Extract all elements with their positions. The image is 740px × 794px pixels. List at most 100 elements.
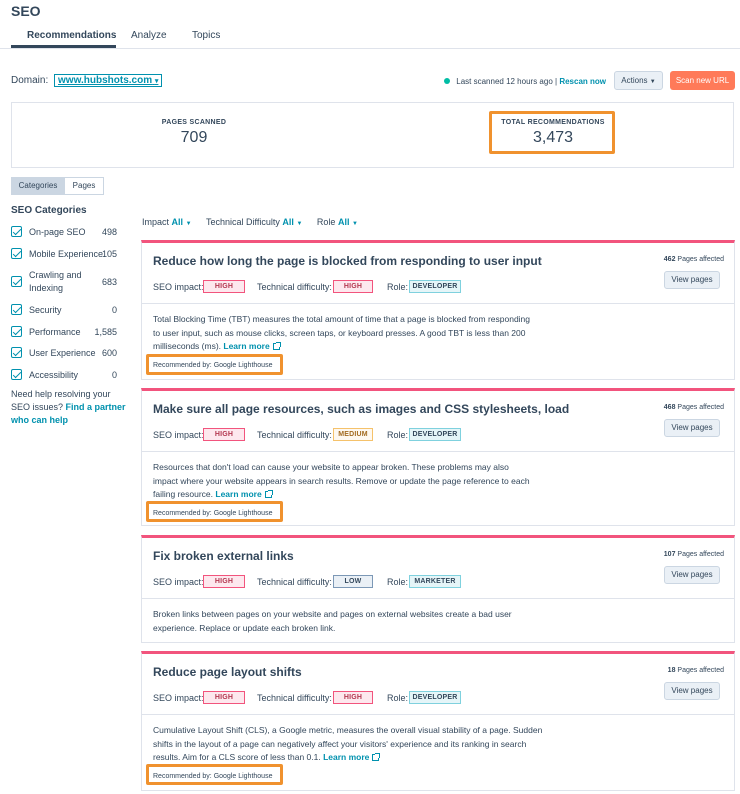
view-pages-button[interactable]: View pages [664,566,720,584]
total-recommendations-stat: TOTAL RECOMMENDATIONS 3,473 [493,119,613,147]
role-badge: DEVELOPER [409,691,461,704]
pages-scanned-label: PAGES SCANNED [161,119,227,126]
category-label: Accessibility [29,370,79,380]
tab-topics[interactable]: Topics [192,30,220,41]
checkbox[interactable] [11,369,22,380]
recommendation-title: Make sure all page resources, such as im… [153,402,570,416]
category-mobile-experience[interactable]: Mobile Experience 105 [11,248,117,261]
status-dot-icon [444,78,451,84]
pages-affected: 107 Pages affected [663,551,724,558]
checkbox[interactable] [11,304,22,315]
domain-select[interactable]: www.hubshots.com ▾ [54,74,163,87]
category-label: User Experience [29,348,96,358]
category-security[interactable]: Security 0 [11,304,117,317]
role-badge: DEVELOPER [409,280,461,293]
tab-analyze[interactable]: Analyze [131,30,167,41]
difficulty-badge: HIGH [333,691,373,704]
category-label: On-page SEO [29,227,86,237]
category-count: 498 [101,227,117,237]
scan-new-url-button[interactable]: Scan new URL [670,71,735,90]
recommendation-description: Broken links between pages on your websi… [153,609,512,633]
category-label: Security [29,305,62,315]
stats-panel: PAGES SCANNED 709 TOTAL RECOMMENDATIONS … [11,102,734,168]
view-pages-button[interactable]: View pages [664,682,720,700]
recommendation-card: Fix broken external links 107 Pages affe… [141,535,735,643]
recommendation-card: Make sure all page resources, such as im… [141,388,735,526]
view-pages-button[interactable]: View pages [664,271,720,289]
external-link-icon [264,490,273,498]
category-count: 683 [101,277,117,287]
pages-scanned-stat: PAGES SCANNED 709 [144,119,244,147]
learn-more-link[interactable]: Learn more [223,341,281,351]
category-count: 600 [101,348,117,358]
difficulty-badge: MEDIUM [333,428,373,441]
recommendation-title: Reduce page layout shifts [153,665,302,679]
active-tab-indicator [11,45,116,48]
recommendation-title: Fix broken external links [153,549,294,563]
recommendation-card: Reduce page layout shifts 18 Pages affec… [141,651,735,791]
category-crawling-and-indexing[interactable]: Crawling and Indexing 683 [11,269,117,295]
learn-more-link[interactable]: Learn more [215,489,273,499]
scan-status: Last scanned 12 hours ago | Rescan now [444,77,606,86]
caret-down-icon: ▼ [185,221,192,227]
impact-badge: HIGH [203,280,245,293]
category-on-page-seo[interactable]: On-page SEO 498 [11,226,117,239]
category-label: Mobile Experience [29,249,104,259]
caret-down-icon: ▼ [649,79,656,85]
recommendation-card: Reduce how long the page is blocked from… [141,240,735,380]
checkbox[interactable] [11,347,22,358]
checkbox[interactable] [11,276,22,287]
category-count: 1,585 [94,327,117,337]
total-recommendations-label: TOTAL RECOMMENDATIONS [501,119,605,126]
category-count: 105 [101,249,117,259]
recommendation-description: Cumulative Layout Shift (CLS), a Google … [153,725,543,762]
checkbox[interactable] [11,226,22,237]
divider [142,303,734,304]
external-link-icon [372,753,381,761]
role-badge: DEVELOPER [409,428,461,441]
recommended-by: Recommended by: Google Lighthouse [153,510,273,517]
domain-row: Domain: www.hubshots.com ▾ [11,74,163,87]
technical-difficulty-filter[interactable]: Technical Difficulty All ▼ [206,217,302,227]
filters-row: Impact All ▼ Technical Difficulty All ▼ … [142,217,370,227]
recommended-by: Recommended by: Google Lighthouse [153,362,273,369]
chevron-down-icon: ▾ [154,78,159,85]
divider [142,714,734,715]
category-accessibility[interactable]: Accessibility 0 [11,369,117,382]
recommendation-title: Reduce how long the page is blocked from… [153,254,542,268]
recommendation-description: Total Blocking Time (TBT) measures the t… [153,314,531,351]
actions-button[interactable]: Actions ▼ [614,71,663,90]
difficulty-badge: HIGH [333,280,373,293]
checkbox[interactable] [11,248,22,259]
pages-affected: 468 Pages affected [663,404,724,411]
pages-affected: 18 Pages affected [667,667,724,674]
pages-affected: 462 Pages affected [663,256,724,263]
seo-categories-heading: SEO Categories [11,205,87,216]
tab-recommendations[interactable]: Recommendations [27,30,116,41]
last-scanned-text: Last scanned 12 hours ago | [456,77,558,86]
impact-filter[interactable]: Impact All ▼ [142,217,192,227]
difficulty-badge: LOW [333,575,373,588]
rescan-link[interactable]: Rescan now [559,77,606,86]
divider [142,451,734,452]
category-label: Crawling and Indexing [29,270,82,293]
impact-badge: HIGH [203,428,245,441]
caret-down-icon: ▼ [296,221,303,227]
pages-scanned-value: 709 [180,129,208,146]
learn-more-link[interactable]: Learn more [323,752,381,762]
view-pages-button[interactable]: View pages [664,419,720,437]
category-label: Performance [29,327,81,337]
recommended-by: Recommended by: Google Lighthouse [153,773,273,780]
category-performance[interactable]: Performance 1,585 [11,326,117,339]
role-badge: MARKETER [409,575,461,588]
category-user-experience[interactable]: User Experience 600 [11,347,117,360]
category-count: 0 [111,370,117,380]
pages-toggle[interactable]: Pages [64,177,104,195]
categories-toggle[interactable]: Categories [11,177,65,195]
domain-label: Domain: [11,75,49,86]
impact-badge: HIGH [203,575,245,588]
role-filter[interactable]: Role All ▼ [317,217,358,227]
impact-badge: HIGH [203,691,245,704]
recommendation-description: Resources that don't load can cause your… [153,462,530,499]
checkbox[interactable] [11,326,22,337]
